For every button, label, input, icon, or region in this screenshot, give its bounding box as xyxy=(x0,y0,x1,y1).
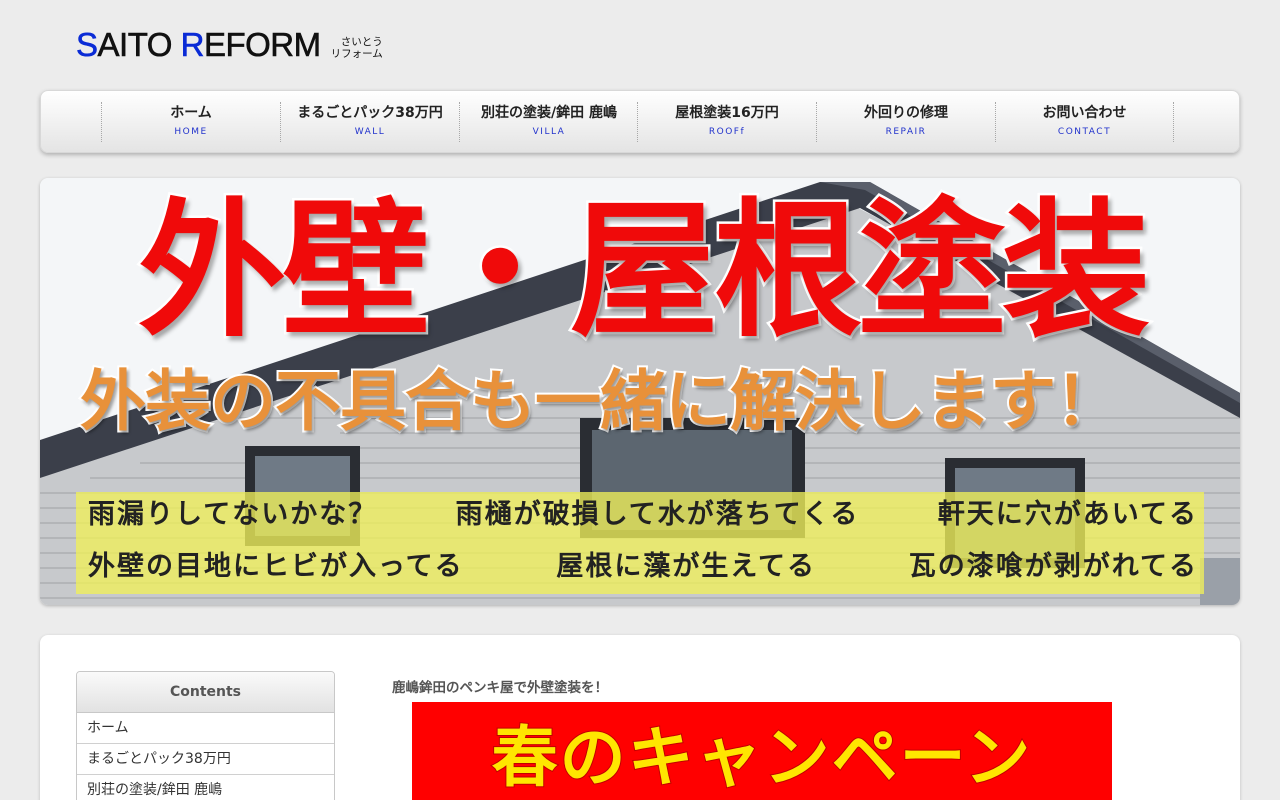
nav-item-villa[interactable]: 別荘の塗装/鉾田 鹿嶋 VILLA xyxy=(459,102,638,142)
nav-sublabel: REPAIR xyxy=(885,127,927,137)
sidebar-heading: Contents xyxy=(77,672,334,713)
hero-subtitle: 外装の不具合も一緒に解決します！ xyxy=(78,361,1123,442)
problem-item: 雨漏りしてないかな？ xyxy=(88,499,378,530)
sidebar-item-wall[interactable]: まるごとパック38万円 xyxy=(77,744,334,775)
page-heading: 鹿嶋鉾田のペンキ屋で外壁塗装を！ xyxy=(392,680,608,696)
nav-sublabel: VILLA xyxy=(532,127,566,137)
logo-letter-s: S xyxy=(76,26,99,64)
nav-label: 外回りの修理 xyxy=(864,105,948,121)
nav-sublabel: CONTACT xyxy=(1057,127,1112,137)
problem-item: 屋根に藻が生えてる xyxy=(556,551,817,582)
problem-item: 軒天に穴があいてる xyxy=(937,499,1198,530)
nav-item-wall[interactable]: まるごとパック38万円 WALL xyxy=(280,102,459,142)
nav-sublabel: WALL xyxy=(354,127,386,137)
hero-problem-list: 雨漏りしてないかな？ 雨樋が破損して水が落ちてくる 軒天に穴があいてる 外壁の目… xyxy=(76,492,1204,594)
sidebar-contents: Contents ホーム まるごとパック38万円 別荘の塗装/鉾田 鹿嶋 xyxy=(76,671,335,800)
content-panel: Contents ホーム まるごとパック38万円 別荘の塗装/鉾田 鹿嶋 鹿嶋鉾… xyxy=(40,635,1240,800)
logo-sub-line1: さいとう xyxy=(340,36,383,48)
logo-sub-line2: リフォーム xyxy=(330,48,383,60)
nav-label: まるごとパック38万円 xyxy=(297,105,443,121)
problem-row: 外壁の目地にヒビが入ってる 屋根に藻が生えてる 瓦の漆喰が剥がれてる xyxy=(88,544,1198,584)
problem-row: 雨漏りしてないかな？ 雨樋が破損して水が落ちてくる 軒天に穴があいてる xyxy=(88,492,1198,532)
site-logo[interactable]: SAITO REFORM さいとう リフォーム xyxy=(76,26,383,64)
problem-item: 瓦の漆喰が剥がれてる xyxy=(908,551,1198,582)
nav-label: 別荘の塗装/鉾田 鹿嶋 xyxy=(481,105,617,121)
sidebar-item-villa[interactable]: 別荘の塗装/鉾田 鹿嶋 xyxy=(77,775,334,800)
nav-item-contact[interactable]: お問い合わせ CONTACT xyxy=(995,102,1174,142)
hero-banner: 外壁・屋根塗装 外装の不具合も一緒に解決します！ 雨漏りしてないかな？ 雨樋が破… xyxy=(40,178,1240,605)
logo-subtitle: さいとう リフォーム xyxy=(331,36,383,60)
campaign-banner[interactable]: 春のキャンペーン xyxy=(412,702,1112,800)
nav-sublabel: ROOFf xyxy=(708,127,746,137)
sidebar-item-home[interactable]: ホーム xyxy=(77,713,334,744)
logo-wordmark: SAITO REFORM xyxy=(76,26,322,64)
nav-item-repair[interactable]: 外回りの修理 REPAIR xyxy=(816,102,995,142)
logo-text-aito: AITO xyxy=(97,26,181,64)
nav-label: お問い合わせ xyxy=(1042,105,1127,121)
problem-item: 外壁の目地にヒビが入ってる xyxy=(88,551,464,582)
problem-item: 雨樋が破損して水が落ちてくる xyxy=(455,499,860,530)
nav-label: 屋根塗装16万円 xyxy=(675,105,779,121)
logo-letter-r: R xyxy=(180,26,204,64)
main-nav: ホーム HOME まるごとパック38万円 WALL 別荘の塗装/鉾田 鹿嶋 VI… xyxy=(40,90,1240,153)
nav-item-roof[interactable]: 屋根塗装16万円 ROOFf xyxy=(637,102,816,142)
nav-label: ホーム xyxy=(170,105,212,121)
nav-item-home[interactable]: ホーム HOME xyxy=(101,102,280,142)
hero-title: 外壁・屋根塗装 xyxy=(136,184,1153,359)
logo-text-eform: EFORM xyxy=(203,26,322,64)
nav-sublabel: HOME xyxy=(174,127,208,137)
campaign-text: 春のキャンペーン xyxy=(491,718,1033,797)
